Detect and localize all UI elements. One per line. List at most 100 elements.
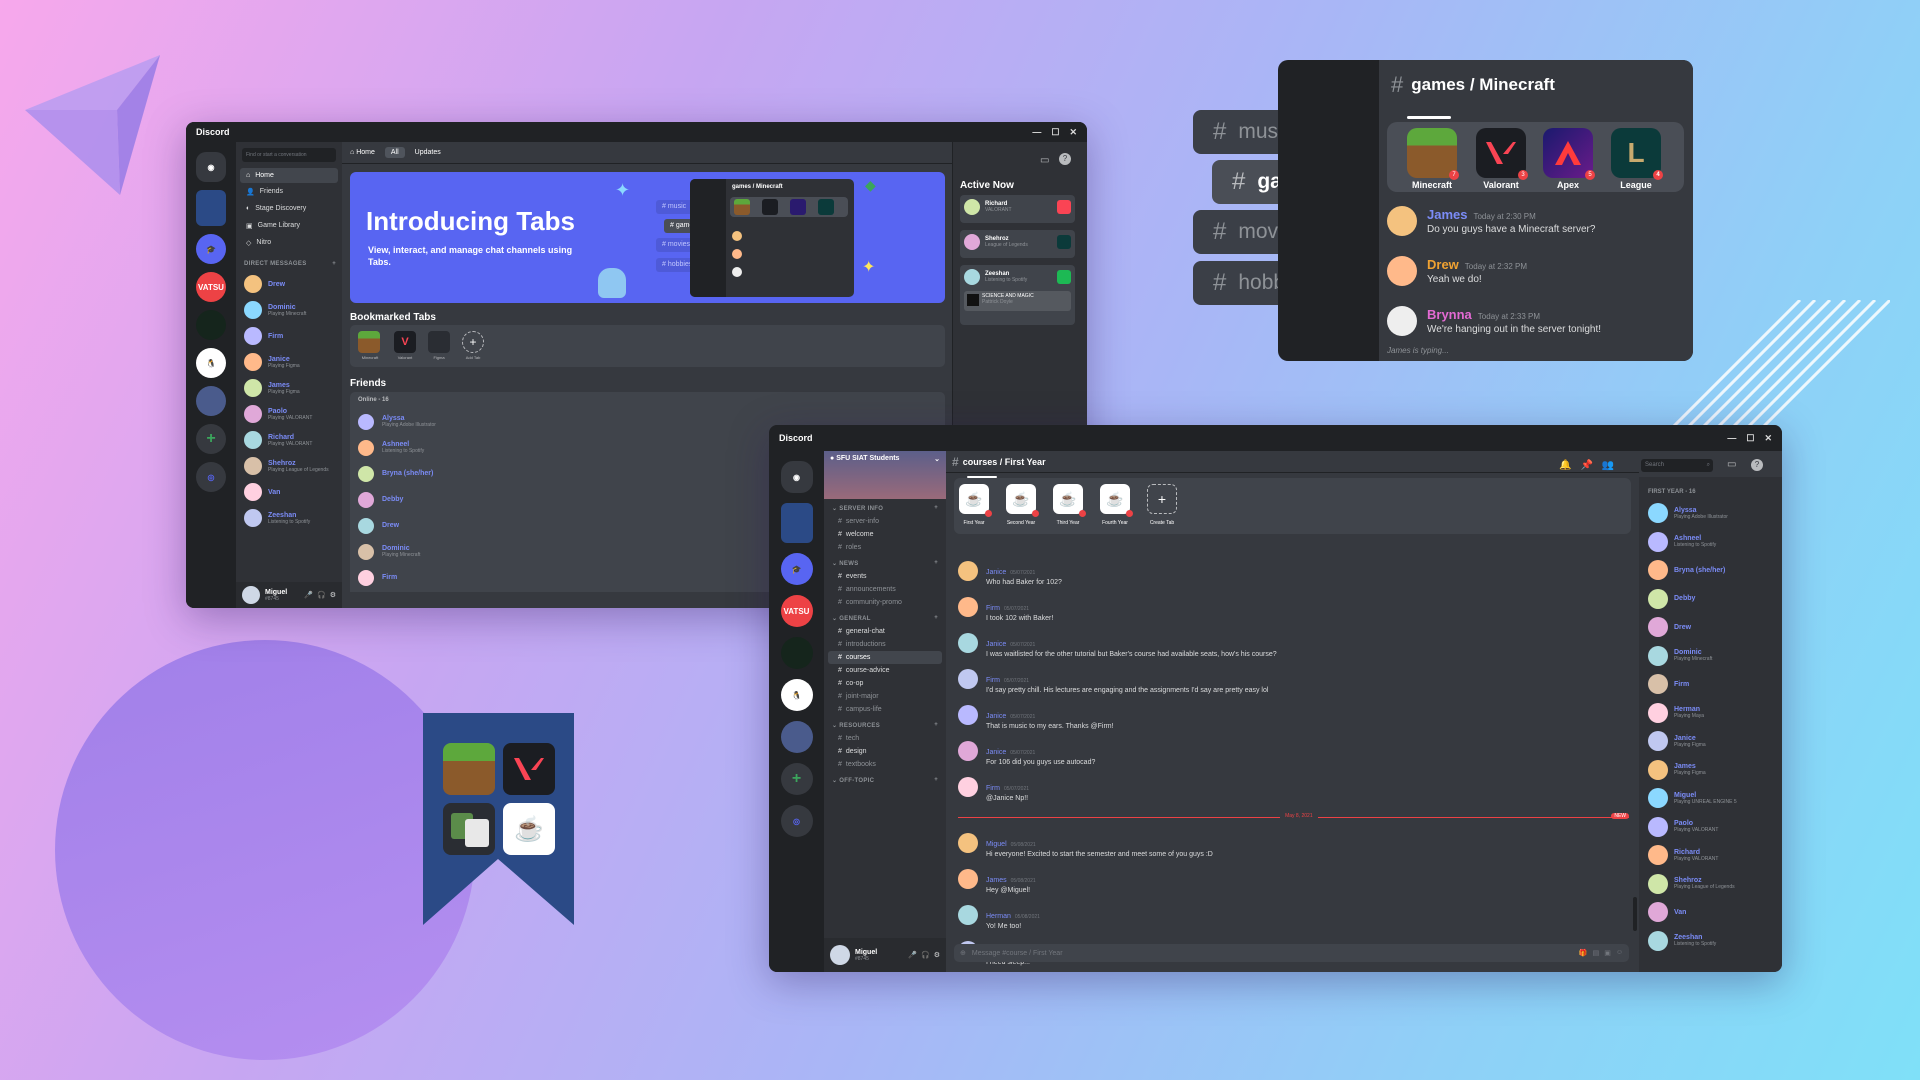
- server-icon[interactable]: VATSU: [780, 595, 813, 627]
- close-icon[interactable]: ✕: [1069, 127, 1077, 138]
- nav-nitro[interactable]: ◇ Nitro: [240, 234, 338, 251]
- member-item[interactable]: Debby: [1648, 585, 1782, 614]
- channel-item[interactable]: # roles: [828, 541, 942, 554]
- close-icon[interactable]: ✕: [1764, 433, 1772, 444]
- create-tab-button[interactable]: + Create Tab: [1146, 484, 1178, 526]
- channel-item[interactable]: # community-promo: [828, 596, 942, 609]
- add-channel-icon[interactable]: +: [934, 722, 938, 728]
- help-icon[interactable]: ?: [1751, 459, 1763, 471]
- minimize-icon[interactable]: —: [1727, 433, 1736, 444]
- add-channel-icon[interactable]: +: [934, 615, 938, 621]
- channel-item[interactable]: # welcome: [828, 528, 942, 541]
- add-server-icon[interactable]: +: [780, 763, 813, 795]
- apex-tab-icon[interactable]: 5: [1543, 128, 1595, 180]
- channel-item[interactable]: # events: [828, 570, 942, 583]
- server-icon[interactable]: 🎓: [780, 553, 813, 585]
- scrollbar[interactable]: [1633, 897, 1637, 931]
- category-header[interactable]: ⌄ GENERAL +: [828, 609, 942, 625]
- avatar[interactable]: [830, 945, 850, 965]
- pin-icon[interactable]: 📌: [1580, 460, 1592, 471]
- add-tab-bookmark[interactable]: +: [462, 331, 484, 353]
- category-header[interactable]: ⌄ SERVER INFO +: [828, 499, 942, 515]
- valorant-bookmark[interactable]: V: [394, 331, 416, 353]
- category-header[interactable]: ⌄ OFF-TOPIC +: [828, 771, 942, 787]
- dm-item[interactable]: Janice Playing Figma: [236, 349, 342, 375]
- dm-item[interactable]: Dominic Playing Minecraft: [236, 297, 342, 323]
- category-header[interactable]: ⌄ NEWS +: [828, 554, 942, 570]
- bell-icon[interactable]: 🔔: [1559, 460, 1571, 471]
- member-item[interactable]: Alyssa Playing Adobe Illustrator: [1648, 499, 1782, 528]
- add-channel-icon[interactable]: +: [934, 777, 938, 783]
- add-channel-icon[interactable]: +: [934, 560, 938, 566]
- dm-item[interactable]: James Playing Figma: [236, 375, 342, 401]
- nav-home[interactable]: ⌂ Home: [240, 168, 338, 183]
- server-icon[interactable]: 🐧: [196, 348, 226, 378]
- avatar[interactable]: [242, 586, 260, 604]
- channel-item[interactable]: # textbooks: [828, 758, 942, 771]
- league-tab-icon[interactable]: L4: [1611, 128, 1663, 180]
- minimize-icon[interactable]: —: [1032, 127, 1041, 138]
- gif-icon[interactable]: ▤: [1593, 949, 1600, 957]
- server-icon[interactable]: [196, 310, 226, 340]
- valorant-tab-icon[interactable]: 3: [1476, 128, 1528, 180]
- minecraft-bookmark[interactable]: [358, 331, 380, 353]
- member-item[interactable]: Van: [1648, 898, 1782, 927]
- dm-item[interactable]: Van: [236, 479, 342, 505]
- nav-friends[interactable]: 👤 Friends: [240, 183, 338, 200]
- gear-icon[interactable]: ⚙: [330, 591, 336, 599]
- member-item[interactable]: Shehroz Playing League of Legends: [1648, 870, 1782, 899]
- member-item[interactable]: Firm: [1648, 670, 1782, 699]
- gift-icon[interactable]: 🎁: [1579, 949, 1588, 957]
- tab-updates[interactable]: Updates: [415, 149, 441, 156]
- add-server-icon[interactable]: +: [196, 424, 226, 454]
- minecraft-tab-icon[interactable]: 7: [1407, 128, 1459, 180]
- server-icon[interactable]: [196, 190, 226, 226]
- channel-item[interactable]: # joint-major: [828, 690, 942, 703]
- chevron-down-icon[interactable]: ⌄: [934, 455, 940, 463]
- maximize-icon[interactable]: ☐: [1746, 433, 1754, 444]
- nav-game-library[interactable]: ▣ Game Library: [240, 217, 338, 234]
- server-icon[interactable]: [780, 721, 813, 753]
- server-icon[interactable]: [780, 503, 813, 543]
- explore-icon[interactable]: ◎: [196, 462, 226, 492]
- channel-item[interactable]: # introductions: [828, 638, 942, 651]
- dm-item[interactable]: Shehroz Playing League of Legends: [236, 453, 342, 479]
- channel-item[interactable]: # co-op: [828, 677, 942, 690]
- member-item[interactable]: Paolo Playing VALORANT: [1648, 813, 1782, 842]
- year-tab[interactable]: ☕ Second Year: [1005, 484, 1039, 526]
- tab-all[interactable]: All: [384, 147, 405, 158]
- figma-bookmark[interactable]: [428, 331, 450, 353]
- maximize-icon[interactable]: ☐: [1051, 127, 1059, 138]
- active-card[interactable]: Richard VALORANT: [960, 195, 1075, 223]
- year-tab[interactable]: ☕ Third Year: [1052, 484, 1086, 526]
- sticker-icon[interactable]: ▣: [1604, 949, 1611, 957]
- dm-item[interactable]: Firm: [236, 323, 342, 349]
- member-item[interactable]: James Playing Figma: [1648, 756, 1782, 785]
- channel-item[interactable]: # design: [828, 745, 942, 758]
- dm-item[interactable]: Drew: [236, 271, 342, 297]
- server-icon[interactable]: [780, 637, 813, 669]
- dm-item[interactable]: Zeeshan Listening to Spotify: [236, 505, 342, 531]
- channel-item[interactable]: # announcements: [828, 583, 942, 596]
- headphones-icon[interactable]: 🎧: [317, 591, 326, 599]
- server-icon[interactable]: 🐧: [780, 679, 813, 711]
- add-attachment-icon[interactable]: ⊕: [960, 949, 966, 957]
- year-tab[interactable]: ☕ Fourth Year: [1099, 484, 1133, 526]
- add-dm-icon[interactable]: +: [332, 261, 336, 267]
- channel-item[interactable]: # general-chat: [828, 625, 942, 638]
- emoji-icon[interactable]: ☺: [1616, 949, 1623, 957]
- mic-icon[interactable]: 🎤: [908, 951, 917, 959]
- member-item[interactable]: Miguel Playing UNREAL ENGINE 5: [1648, 784, 1782, 813]
- mic-icon[interactable]: 🎤: [304, 591, 313, 599]
- member-item[interactable]: Ashneel Listening to Spotify: [1648, 528, 1782, 557]
- inbox-icon[interactable]: ▭: [1040, 155, 1049, 166]
- channel-item[interactable]: # server-info: [828, 515, 942, 528]
- add-channel-icon[interactable]: +: [934, 505, 938, 511]
- discord-home-icon[interactable]: ◉: [780, 461, 813, 493]
- member-item[interactable]: Janice Playing Figma: [1648, 727, 1782, 756]
- help-icon[interactable]: ?: [1059, 153, 1071, 165]
- inbox-icon[interactable]: ▭: [1727, 459, 1736, 470]
- member-item[interactable]: Bryna (she/her): [1648, 556, 1782, 585]
- member-item[interactable]: Dominic Playing Minecraft: [1648, 642, 1782, 671]
- search-input[interactable]: Search ⌕: [1641, 459, 1713, 472]
